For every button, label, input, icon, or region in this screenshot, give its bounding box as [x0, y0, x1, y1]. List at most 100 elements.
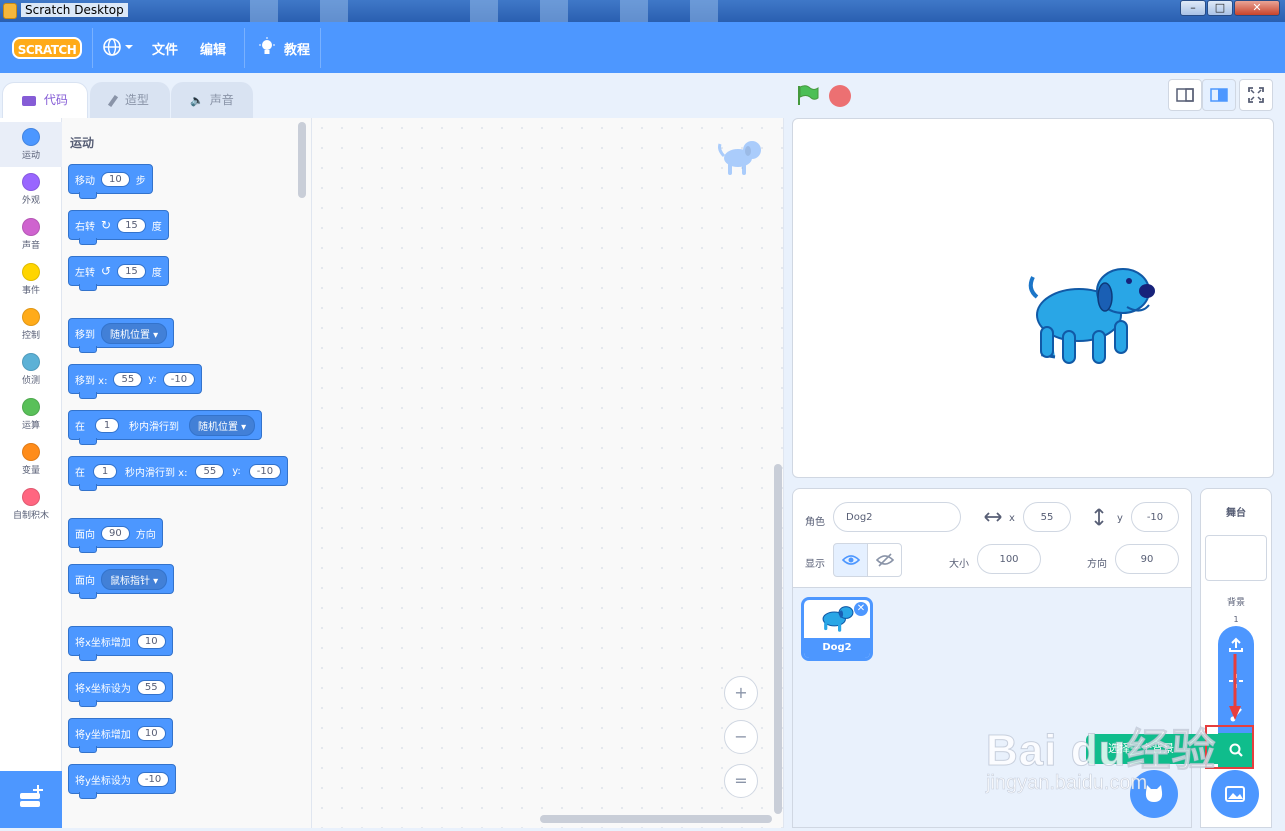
block-point-towards[interactable]: 面向 鼠标指针 ▾: [68, 564, 175, 599]
category-operators[interactable]: 运算: [0, 392, 62, 437]
block-dropdown[interactable]: 随机位置 ▾: [101, 322, 168, 344]
tab-code[interactable]: 代码: [2, 82, 88, 118]
menu-edit[interactable]: 编辑: [200, 39, 226, 58]
window-titlebar: Scratch Desktop – □ ✕: [0, 0, 1285, 22]
language-button[interactable]: [102, 37, 134, 57]
dog-sprite[interactable]: [1023, 259, 1163, 379]
block-turn-left[interactable]: 左转 ↺ 15 度: [68, 256, 169, 291]
block-dropdown[interactable]: 鼠标指针 ▾: [101, 568, 168, 590]
menu-divider: [244, 28, 245, 68]
taskbar-thumbnail: [540, 0, 568, 22]
block-text: 度: [151, 267, 162, 279]
close-button[interactable]: ✕: [1234, 0, 1280, 16]
block-change-x[interactable]: 将x坐标增加 10: [68, 626, 173, 661]
large-stage-icon: [1210, 88, 1228, 102]
x-input[interactable]: 55: [1023, 502, 1071, 532]
block-change-y[interactable]: 将y坐标增加 10: [68, 718, 173, 753]
speaker-icon: 🔈: [190, 94, 204, 107]
large-stage-button[interactable]: [1202, 79, 1236, 111]
menu-tutorials[interactable]: 教程: [284, 39, 310, 58]
block-glide[interactable]: 在 1 秒内滑行到 随机位置 ▾: [68, 410, 263, 445]
block-turn-right[interactable]: 右转 ↻ 15 度: [68, 210, 169, 245]
menu-file[interactable]: 文件: [152, 39, 178, 58]
block-point-direction[interactable]: 面向 90 方向: [68, 518, 163, 553]
block-move-steps[interactable]: 移动 10 步: [68, 164, 153, 199]
category-my-blocks[interactable]: 自制积木: [0, 482, 62, 527]
green-flag-button[interactable]: [796, 84, 820, 106]
script-area[interactable]: + − =: [312, 118, 784, 828]
choose-backdrop-button[interactable]: [1211, 770, 1259, 818]
block-input[interactable]: 15: [117, 217, 146, 233]
size-input[interactable]: 100: [977, 544, 1041, 574]
fullscreen-icon: [1248, 87, 1264, 103]
eye-off-icon: [875, 553, 894, 567]
block-input[interactable]: 55: [136, 679, 166, 695]
choose-sprite-button[interactable]: [1130, 770, 1178, 818]
block-input[interactable]: 1: [95, 417, 119, 433]
block-input[interactable]: 55: [113, 371, 143, 387]
fullscreen-button[interactable]: [1239, 79, 1273, 111]
size-label: 大小: [949, 559, 969, 570]
code-icon: [22, 95, 37, 106]
category-sensing[interactable]: 侦测: [0, 347, 62, 392]
stop-button[interactable]: [829, 85, 851, 107]
taskbar-thumbnail: [620, 0, 648, 22]
sprite-name-input[interactable]: Dog2: [833, 502, 961, 532]
block-input[interactable]: -10: [248, 463, 282, 479]
block-input[interactable]: 55: [195, 463, 225, 479]
block-text: y:: [232, 465, 241, 477]
block-input[interactable]: -10: [136, 771, 170, 787]
delete-sprite-icon[interactable]: ✕: [854, 602, 868, 616]
block-input[interactable]: 10: [136, 725, 166, 741]
zoom-out-button[interactable]: −: [724, 720, 758, 754]
tab-sounds[interactable]: 🔈 声音: [171, 82, 253, 118]
minimize-button[interactable]: –: [1180, 0, 1206, 16]
direction-input[interactable]: 90: [1115, 544, 1179, 574]
block-goto[interactable]: 移到 随机位置 ▾: [68, 318, 175, 353]
block-input[interactable]: 15: [117, 263, 146, 279]
backdrop-count: 1: [1233, 615, 1239, 624]
tab-costumes[interactable]: 造型: [90, 82, 170, 118]
show-label: 显示: [805, 559, 825, 570]
block-set-y[interactable]: 将y坐标设为 -10: [68, 764, 177, 799]
add-extension-button[interactable]: [0, 771, 62, 828]
show-sprite-button[interactable]: [833, 543, 868, 577]
script-horizontal-scrollbar[interactable]: [540, 815, 772, 823]
category-events[interactable]: 事件: [0, 257, 62, 302]
category-variables[interactable]: 变量: [0, 437, 62, 482]
category-sound[interactable]: 声音: [0, 212, 62, 257]
category-looks[interactable]: 外观: [0, 167, 62, 212]
palette-scrollbar[interactable]: [298, 122, 306, 198]
block-dropdown[interactable]: 随机位置 ▾: [189, 414, 256, 436]
category-control[interactable]: 控制: [0, 302, 62, 347]
category-dot: [22, 353, 40, 371]
stage-thumbnail[interactable]: [1205, 535, 1267, 581]
category-label: 运动: [21, 151, 40, 161]
zoom-in-button[interactable]: +: [724, 676, 758, 710]
category-motion[interactable]: 运动: [0, 122, 62, 167]
script-vertical-scrollbar[interactable]: [774, 464, 782, 814]
block-text: 将x坐标增加: [75, 637, 131, 649]
small-stage-button[interactable]: [1168, 79, 1202, 111]
block-input[interactable]: 1: [93, 463, 117, 479]
stage-canvas[interactable]: [792, 118, 1274, 478]
y-input[interactable]: -10: [1131, 502, 1179, 532]
block-text: 度: [151, 221, 162, 233]
block-input[interactable]: 10: [101, 171, 130, 187]
block-input[interactable]: -10: [162, 371, 196, 387]
block-set-x[interactable]: 将x坐标设为 55: [68, 672, 173, 707]
scratch-logo[interactable]: SCRATCH: [12, 37, 82, 59]
block-glide-xy[interactable]: 在 1 秒内滑行到 x: 55 y: -10: [68, 456, 289, 491]
block-goto-xy[interactable]: 移到 x: 55 y: -10: [68, 364, 203, 399]
menu-divider: [320, 28, 321, 68]
sprite-tile-dog2[interactable]: ✕ Dog2: [801, 597, 873, 661]
hide-sprite-button[interactable]: [867, 543, 902, 577]
block-text: 将y坐标增加: [75, 729, 131, 741]
maximize-button[interactable]: □: [1207, 0, 1233, 16]
block-text: y:: [148, 373, 157, 385]
dropdown-value: 随机位置: [110, 329, 150, 341]
zoom-reset-button[interactable]: =: [724, 764, 758, 798]
globe-icon: [103, 38, 133, 56]
block-input[interactable]: 10: [136, 633, 166, 649]
block-input[interactable]: 90: [101, 525, 130, 541]
